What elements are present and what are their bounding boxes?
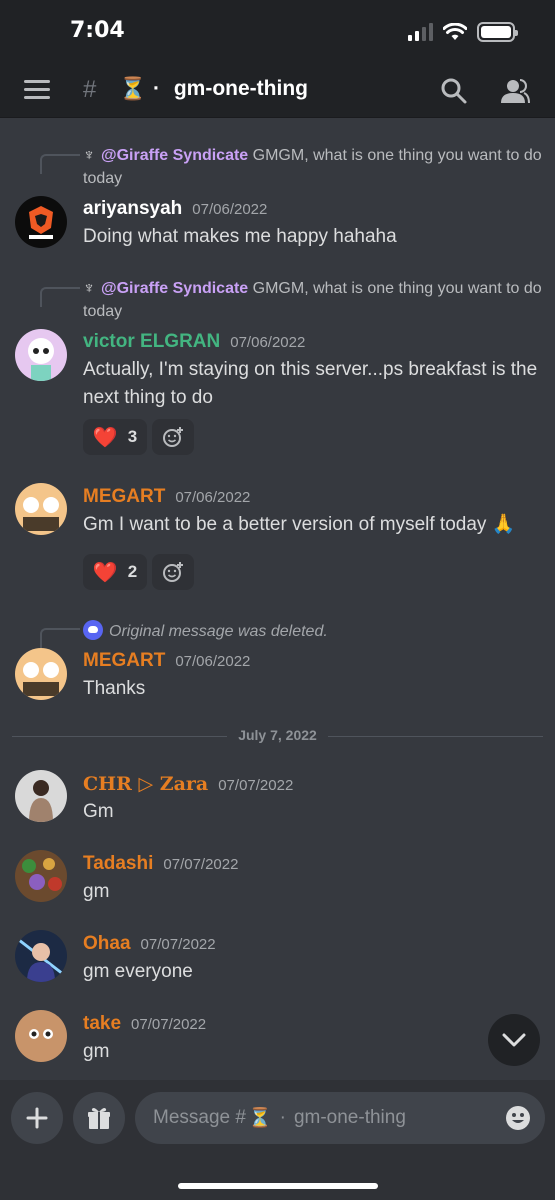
reaction-count: 3 (127, 427, 138, 446)
timestamp: 07/06/2022 (192, 201, 268, 218)
gift-button[interactable] (73, 1092, 125, 1144)
channel-separator: · (153, 77, 160, 100)
message-text: Actually, I'm staying on this server...p… (83, 359, 538, 408)
message-author[interactable]: Ohaa 07/07/2022 (83, 933, 216, 955)
avatar[interactable] (15, 1010, 67, 1062)
cellular-signal-icon (408, 23, 433, 41)
channel-header: # ⏳ · gm-one-thing (0, 64, 555, 118)
chevron-down-icon (502, 1033, 526, 1047)
author-name: ariyansyah (83, 198, 183, 219)
reply-preview[interactable]: Original message was deleted. (83, 620, 543, 643)
status-bar: 7:04 (0, 0, 555, 64)
author-name: CHR ▷ Zara (83, 773, 209, 795)
status-time: 7:04 (70, 18, 125, 43)
author-name: take (83, 1013, 122, 1034)
message-author[interactable]: MEGART 07/06/2022 (83, 486, 250, 508)
reply-mention[interactable]: @Giraffe Syndicate (101, 147, 248, 164)
status-icons (408, 22, 518, 42)
message-input[interactable]: Message # ⏳ · gm-one-thing (135, 1092, 545, 1144)
add-attachment-button[interactable] (11, 1092, 63, 1144)
plus-icon (26, 1107, 48, 1129)
date-divider: July 7, 2022 (12, 727, 543, 743)
timestamp: 07/07/2022 (140, 936, 216, 953)
message-author[interactable]: MEGART 07/06/2022 (83, 650, 250, 672)
placeholder-separator: · (279, 1107, 286, 1128)
channel-name: gm-one-thing (173, 77, 308, 100)
giraffe-icon: ♆ (83, 147, 95, 164)
add-reaction-button[interactable] (152, 419, 194, 455)
author-name: MEGART (83, 486, 166, 507)
add-reaction-icon (163, 427, 183, 447)
avatar[interactable] (15, 930, 67, 982)
timestamp: 07/07/2022 (218, 777, 294, 794)
author-name: Ohaa (83, 933, 131, 954)
author-name: Tadashi (83, 853, 154, 874)
avatar[interactable] (15, 483, 67, 535)
message-author[interactable]: ariyansyah 07/06/2022 (83, 198, 267, 220)
timestamp: 07/07/2022 (131, 1016, 207, 1033)
heart-icon: ❤️ (92, 426, 118, 449)
timestamp: 07/07/2022 (163, 856, 239, 873)
discord-logo-icon (83, 620, 103, 640)
author-name: victor ELGRAN (83, 331, 221, 352)
avatar[interactable] (15, 770, 67, 822)
message-text: Gm (83, 801, 114, 822)
timestamp: 07/06/2022 (175, 653, 251, 670)
gift-icon (88, 1108, 110, 1129)
message-text: Doing what makes me happy hahaha (83, 226, 397, 247)
timestamp: 07/06/2022 (230, 334, 306, 351)
add-reaction-button[interactable] (152, 554, 194, 590)
message-text: gm (83, 881, 110, 902)
placeholder-channel: gm-one-thing (293, 1107, 406, 1128)
members-icon[interactable] (500, 77, 530, 105)
message-author[interactable]: victor ELGRAN 07/06/2022 (83, 331, 305, 353)
battery-icon (477, 22, 518, 42)
reaction-count: 2 (127, 562, 138, 581)
message-list[interactable]: ♆ @Giraffe Syndicate GMGM, what is one th… (0, 118, 555, 1080)
message-text: gm everyone (83, 961, 193, 982)
scroll-to-bottom-button[interactable] (488, 1014, 540, 1066)
heart-icon: ❤️ (92, 561, 118, 584)
hamburger-icon[interactable] (24, 80, 50, 100)
message-author[interactable]: take 07/07/2022 (83, 1013, 206, 1035)
date-divider-label: July 7, 2022 (238, 727, 317, 743)
add-reaction-icon (163, 562, 183, 582)
message-text: Thanks (83, 678, 146, 699)
message-text: Gm I want to be a better version of myse… (83, 514, 516, 535)
heart-reaction[interactable]: ❤️ 2 (83, 554, 147, 590)
timestamp: 07/06/2022 (175, 489, 251, 506)
heart-reaction[interactable]: ❤️ 3 (83, 419, 147, 455)
avatar[interactable] (15, 850, 67, 902)
message-author[interactable]: CHR ▷ Zara 07/07/2022 (83, 773, 293, 796)
message-composer: Message # ⏳ · gm-one-thing (0, 1080, 555, 1200)
avatar[interactable] (15, 329, 67, 381)
search-icon[interactable] (440, 77, 468, 105)
reply-mention[interactable]: @Giraffe Syndicate (101, 280, 248, 297)
reply-preview[interactable]: ♆ @Giraffe Syndicate GMGM, what is one th… (83, 144, 543, 190)
reply-preview[interactable]: ♆ @Giraffe Syndicate GMGM, what is one th… (83, 277, 543, 323)
avatar[interactable] (15, 196, 67, 248)
author-name: MEGART (83, 650, 166, 671)
channel-title[interactable]: · gm-one-thing (153, 77, 308, 101)
hourglass-icon: ⏳ (119, 76, 147, 101)
avatar[interactable] (15, 648, 67, 700)
home-indicator (178, 1183, 378, 1189)
locked-channel-hash-icon: # (83, 76, 97, 103)
placeholder-emoji: ⏳ (247, 1108, 272, 1129)
placeholder-prefix: Message # (153, 1107, 246, 1128)
wifi-icon (443, 23, 467, 40)
smiley-icon[interactable] (505, 1105, 531, 1131)
giraffe-icon: ♆ (83, 280, 95, 297)
deleted-reply-text: Original message was deleted. (109, 623, 328, 640)
message-author[interactable]: Tadashi 07/07/2022 (83, 853, 238, 875)
message-text: gm (83, 1041, 110, 1062)
